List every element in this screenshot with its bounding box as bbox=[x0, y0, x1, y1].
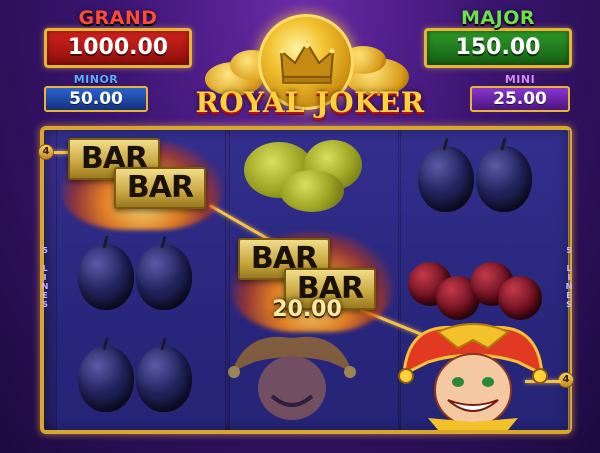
plum-icon bbox=[78, 244, 134, 310]
jackpot-grand: GRAND 1000.00 bbox=[43, 8, 193, 68]
jackpot-mini: MINI 25.00 bbox=[470, 74, 570, 112]
win-amount: 20.00 bbox=[272, 297, 342, 322]
cherry-icon bbox=[498, 276, 542, 320]
jackpot-major-value: 150.00 bbox=[424, 28, 572, 68]
plum-icon bbox=[136, 346, 192, 412]
jackpot-grand-value: 1000.00 bbox=[44, 28, 192, 68]
jackpot-major-label: MAJOR bbox=[461, 7, 535, 29]
plum-icon bbox=[136, 244, 192, 310]
bar-icon: BAR bbox=[114, 167, 206, 209]
payline-marker-left: 4 bbox=[38, 144, 54, 160]
jackpot-mini-label: MINI bbox=[504, 73, 536, 86]
lines-label-left: 5 LINES bbox=[41, 246, 49, 309]
plum-icon bbox=[476, 146, 532, 212]
jackpot-minor-value: 50.00 bbox=[44, 86, 148, 112]
joker-icon bbox=[226, 322, 358, 422]
joker-icon bbox=[398, 318, 548, 430]
lines-label-right: 5 LINES bbox=[565, 246, 573, 309]
crown-icon bbox=[279, 41, 335, 84]
jackpot-minor-label: MINOR bbox=[73, 73, 119, 86]
game-title: ROYAL JOKER bbox=[195, 86, 425, 119]
jackpot-minor: MINOR 50.00 bbox=[44, 74, 148, 112]
jackpot-mini-value: 25.00 bbox=[470, 86, 570, 112]
jackpot-major: MAJOR 150.00 bbox=[423, 8, 573, 68]
lemon-icon bbox=[280, 170, 344, 212]
jackpot-grand-label: GRAND bbox=[78, 7, 158, 29]
slot-game-screen: GRAND 1000.00 MAJOR 150.00 MINOR 50.00 M… bbox=[0, 0, 600, 453]
plum-icon bbox=[418, 146, 474, 212]
plum-icon bbox=[78, 346, 134, 412]
